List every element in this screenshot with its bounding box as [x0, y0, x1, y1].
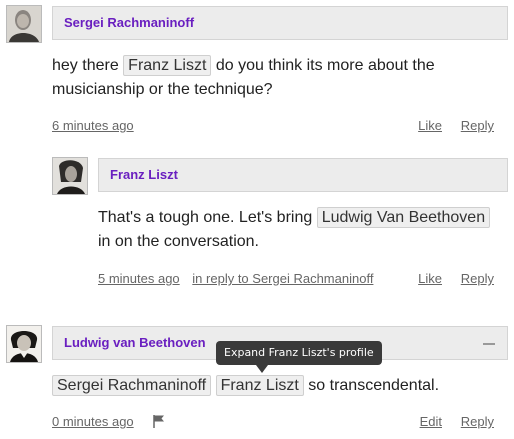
in-reply-to-link[interactable]: in reply to Sergei Rachmaninoff: [192, 271, 373, 286]
comment-header: Sergei Rachmaninoff: [52, 6, 508, 40]
timestamp-link[interactable]: 0 minutes ago: [52, 414, 134, 429]
comment-body: Sergei Rachmaninoff Franz Liszt so trans…: [52, 374, 502, 398]
portrait-icon: [7, 6, 41, 42]
edit-button[interactable]: Edit: [420, 414, 442, 430]
timestamp-link[interactable]: 6 minutes ago: [52, 118, 134, 133]
profile-tooltip: Expand Franz Liszt's profile: [216, 341, 382, 365]
collapse-icon[interactable]: [483, 343, 495, 345]
avatar-beethoven[interactable]: [6, 325, 42, 363]
comment-text: That's a tough one. Let's bring: [98, 209, 313, 226]
avatar-rachmaninoff[interactable]: [6, 5, 42, 43]
mention-chip[interactable]: Sergei Rachmaninoff: [52, 375, 212, 396]
mention-chip[interactable]: Franz Liszt: [215, 375, 304, 396]
comment-meta: 6 minutes ago Reply Like: [52, 118, 494, 134]
mention-chip[interactable]: Franz Liszt: [123, 55, 212, 76]
comment-text: so transcendental.: [308, 377, 440, 394]
reply-button[interactable]: Reply: [461, 118, 494, 134]
flag-icon[interactable]: [152, 414, 166, 428]
like-button[interactable]: Like: [418, 118, 442, 134]
author-name-link[interactable]: Franz Liszt: [110, 167, 178, 182]
comment-text: do you think its more about the: [215, 57, 435, 74]
comment-text: hey there: [52, 57, 119, 74]
comment-meta: 0 minutes ago Reply Edit: [52, 414, 494, 430]
portrait-icon: [53, 158, 87, 194]
comment-body: That's a tough one. Let's bring Ludwig V…: [98, 206, 502, 254]
comment-meta: 5 minutes ago in reply to Sergei Rachman…: [98, 271, 494, 287]
comment-header: Franz Liszt: [98, 158, 508, 192]
comment-text: in on the conversation.: [98, 233, 259, 250]
avatar-liszt[interactable]: [52, 157, 88, 195]
timestamp-link[interactable]: 5 minutes ago: [98, 271, 180, 286]
tooltip-arrow: [256, 365, 268, 373]
comment-body: hey there Franz Liszt do you think its m…: [52, 54, 502, 102]
reply-button[interactable]: Reply: [461, 271, 494, 287]
reply-button[interactable]: Reply: [461, 414, 494, 430]
mention-chip[interactable]: Ludwig Van Beethoven: [316, 207, 491, 228]
author-name-link[interactable]: Ludwig van Beethoven: [64, 335, 206, 350]
like-button[interactable]: Like: [418, 271, 442, 287]
comment-text: musicianship or the technique?: [52, 81, 273, 98]
author-name-link[interactable]: Sergei Rachmaninoff: [64, 15, 194, 30]
portrait-icon: [7, 326, 41, 362]
